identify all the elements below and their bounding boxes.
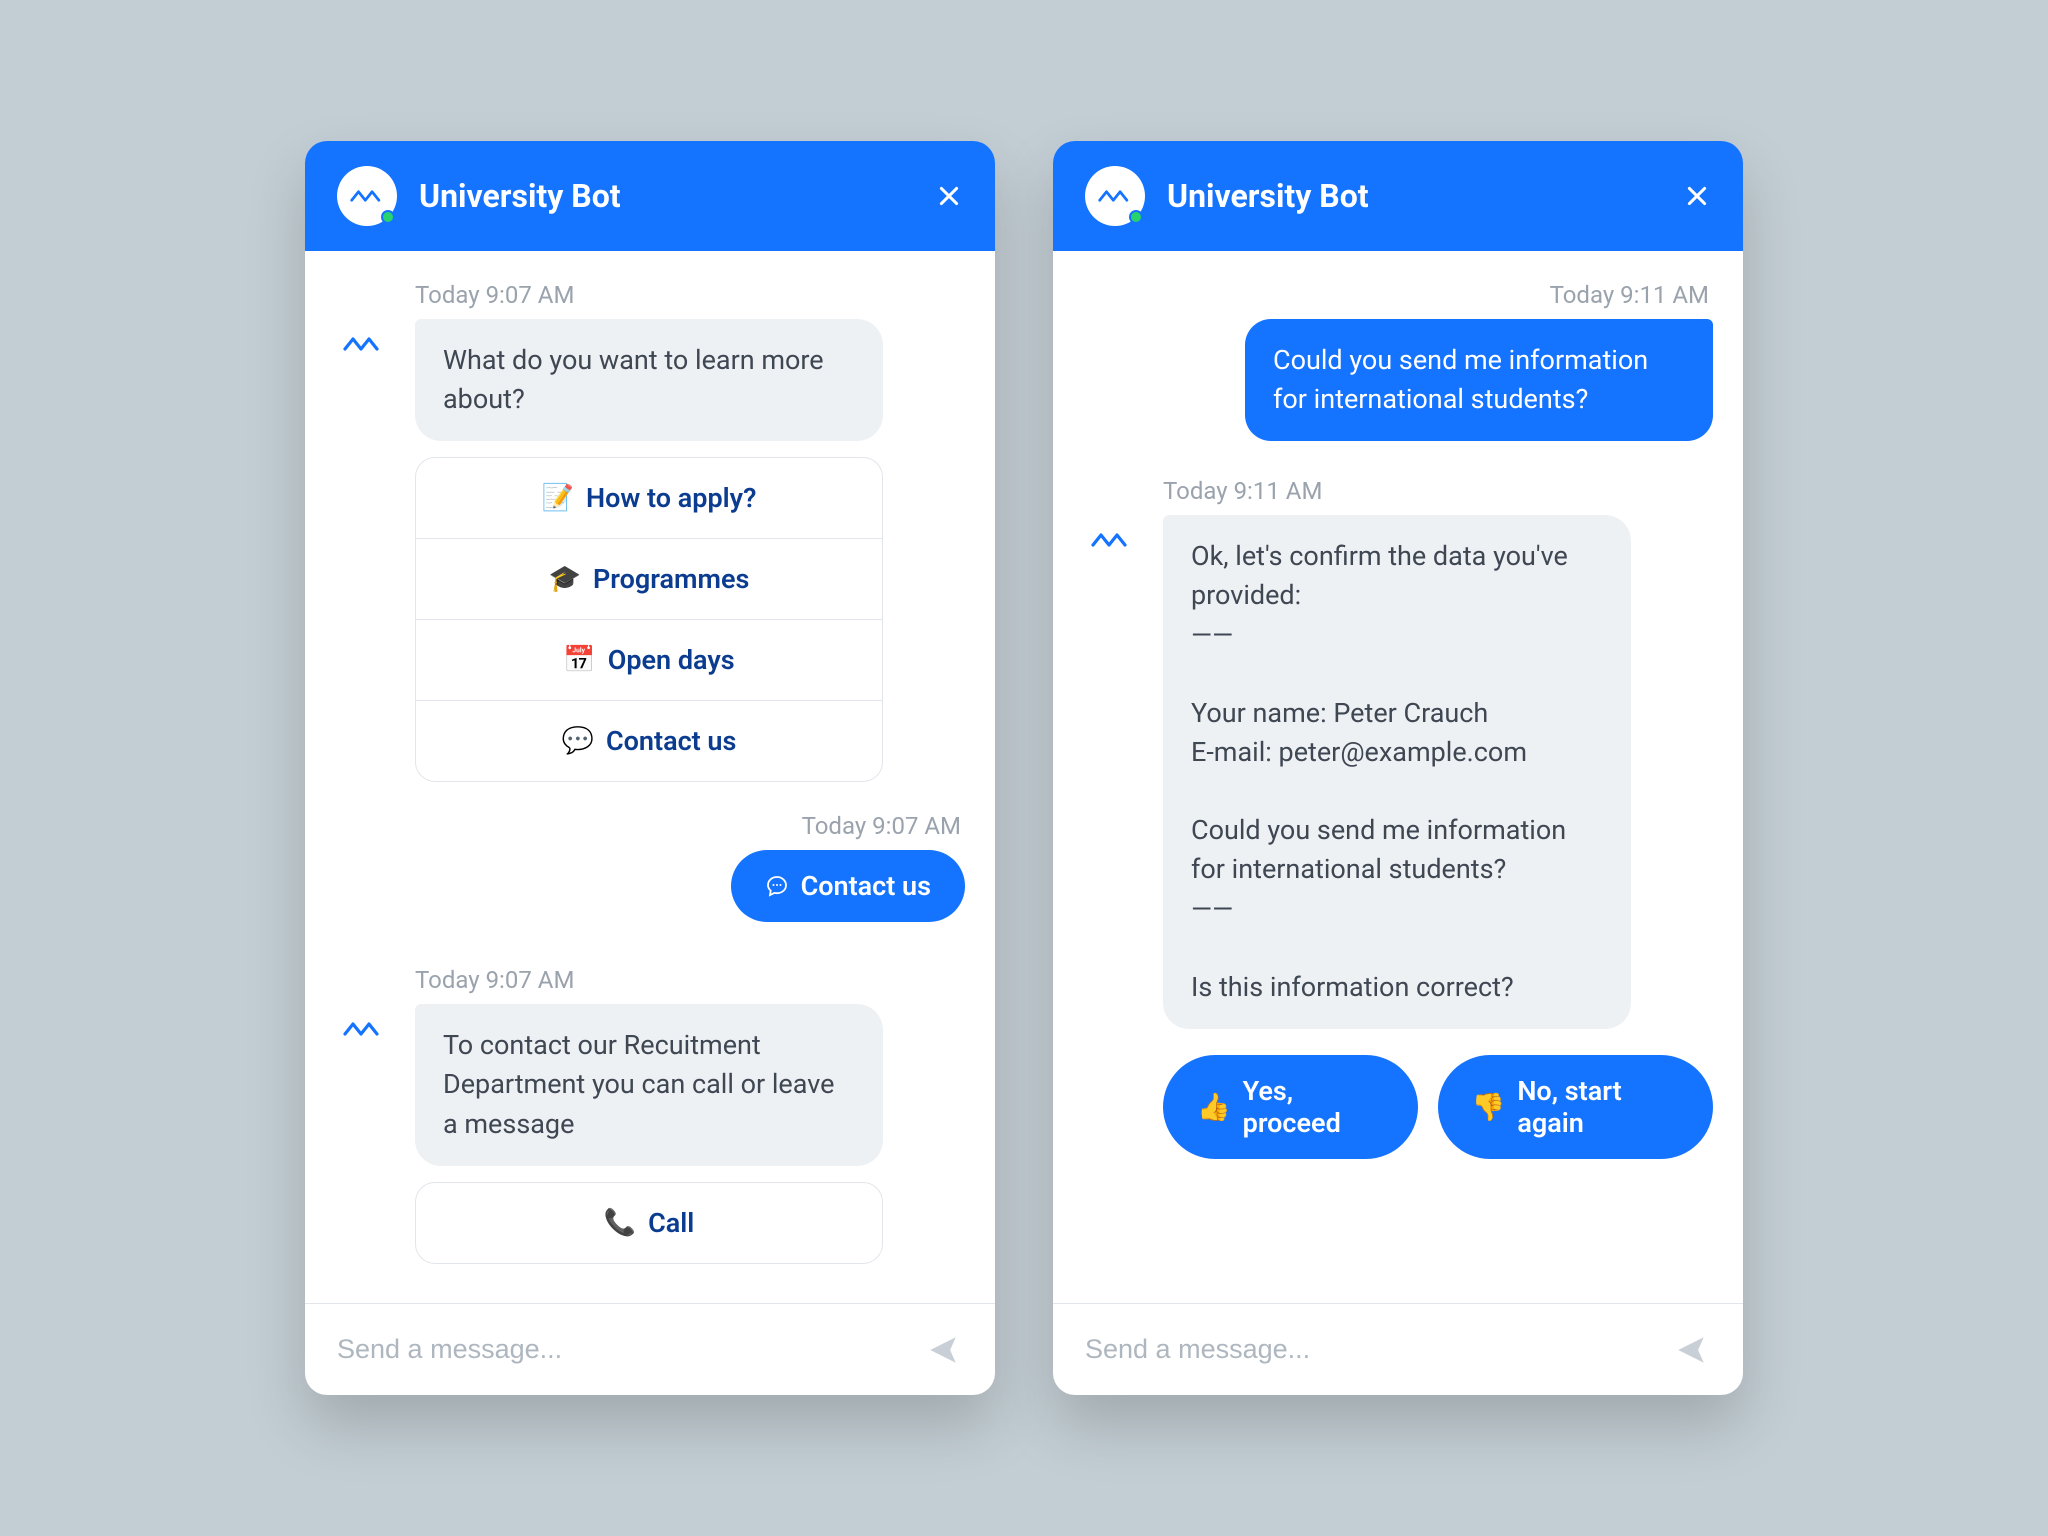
quick-reply-label: Programmes: [593, 563, 749, 595]
quick-reply-open-days[interactable]: 📅 Open days: [416, 619, 882, 700]
send-button[interactable]: [923, 1330, 963, 1370]
speech-bubble-icon: [765, 874, 789, 898]
bot-message: To contact our Recuitment Department you…: [415, 1004, 883, 1165]
memo-icon: 📝: [542, 483, 574, 513]
send-icon: [1674, 1333, 1708, 1367]
quick-reply-label: Call: [648, 1207, 694, 1239]
close-icon: [1684, 183, 1710, 209]
quick-reply-group: 📝 How to apply? 🎓 Programmes 📅 Open days…: [415, 457, 883, 782]
user-reply-label: Contact us: [801, 870, 931, 902]
zigzag-icon: [1098, 187, 1132, 205]
chat-panel-left: University Bot Today 9:07 AM What do you…: [305, 141, 995, 1395]
bot-avatar-small: [335, 319, 391, 375]
chat-title: University Bot: [1167, 177, 1679, 215]
quick-reply-label: Contact us: [606, 725, 736, 757]
thumbs-up-icon: 👍: [1197, 1091, 1231, 1123]
bot-avatar-small: [1083, 515, 1139, 571]
timestamp: Today 9:11 AM: [1163, 477, 1713, 505]
timestamp: Today 9:07 AM: [415, 966, 965, 994]
quick-reply-call[interactable]: 📞 Call: [416, 1183, 882, 1263]
user-reply-pill[interactable]: Contact us: [731, 850, 965, 922]
user-message-row: Could you send me information for intern…: [1083, 319, 1713, 441]
chat-panel-right: University Bot Today 9:11 AM Could you s…: [1053, 141, 1743, 1395]
close-button[interactable]: [931, 178, 967, 214]
user-message: Could you send me information for intern…: [1245, 319, 1713, 441]
user-message-row: Contact us: [335, 850, 965, 922]
phone-icon: 📞: [604, 1208, 636, 1238]
timestamp: Today 9:11 AM: [1083, 281, 1709, 309]
action-label: Yes, proceed: [1243, 1075, 1384, 1139]
action-yes-proceed[interactable]: 👍 Yes, proceed: [1163, 1055, 1418, 1159]
chat-body: Today 9:11 AM Could you send me informat…: [1053, 251, 1743, 1303]
close-icon: [936, 183, 962, 209]
chat-title: University Bot: [419, 177, 931, 215]
send-button[interactable]: [1671, 1330, 1711, 1370]
timestamp: Today 9:07 AM: [415, 281, 965, 309]
zigzag-icon: [350, 187, 384, 205]
bot-message-row: To contact our Recuitment Department you…: [335, 1004, 965, 1165]
action-row: 👍 Yes, proceed 👎 No, start again: [1163, 1055, 1713, 1159]
quick-reply-how-to-apply[interactable]: 📝 How to apply?: [416, 458, 882, 538]
bot-message-row: Ok, let's confirm the data you've provid…: [1083, 515, 1713, 1029]
bot-message: What do you want to learn more about?: [415, 319, 883, 441]
bot-message-confirm: Ok, let's confirm the data you've provid…: [1163, 515, 1631, 1029]
chat-body: Today 9:07 AM What do you want to learn …: [305, 251, 995, 1303]
chat-header: University Bot: [1053, 141, 1743, 251]
send-icon: [926, 1333, 960, 1367]
action-no-start-again[interactable]: 👎 No, start again: [1438, 1055, 1713, 1159]
chat-header: University Bot: [305, 141, 995, 251]
graduation-cap-icon: 🎓: [549, 564, 581, 594]
close-button[interactable]: [1679, 178, 1715, 214]
bot-message-row: What do you want to learn more about?: [335, 319, 965, 441]
quick-reply-contact-us[interactable]: 💬 Contact us: [416, 700, 882, 781]
quick-reply-group: 📞 Call: [415, 1182, 883, 1264]
calendar-icon: 📅: [563, 645, 595, 675]
quick-reply-label: How to apply?: [586, 482, 756, 514]
status-online-icon: [1129, 210, 1143, 224]
timestamp: Today 9:07 AM: [335, 812, 961, 840]
quick-reply-label: Open days: [608, 644, 735, 676]
status-online-icon: [381, 210, 395, 224]
zigzag-icon: [343, 335, 383, 353]
quick-reply-programmes[interactable]: 🎓 Programmes: [416, 538, 882, 619]
action-label: No, start again: [1517, 1075, 1679, 1139]
composer: [305, 1303, 995, 1395]
bot-avatar: [1085, 166, 1145, 226]
bot-avatar: [337, 166, 397, 226]
message-input[interactable]: [337, 1334, 923, 1365]
zigzag-icon: [1091, 531, 1131, 549]
message-input[interactable]: [1085, 1334, 1671, 1365]
speech-bubble-icon: 💬: [562, 726, 594, 756]
composer: [1053, 1303, 1743, 1395]
zigzag-icon: [343, 1020, 383, 1038]
bot-avatar-small: [335, 1004, 391, 1060]
thumbs-down-icon: 👎: [1472, 1091, 1506, 1123]
